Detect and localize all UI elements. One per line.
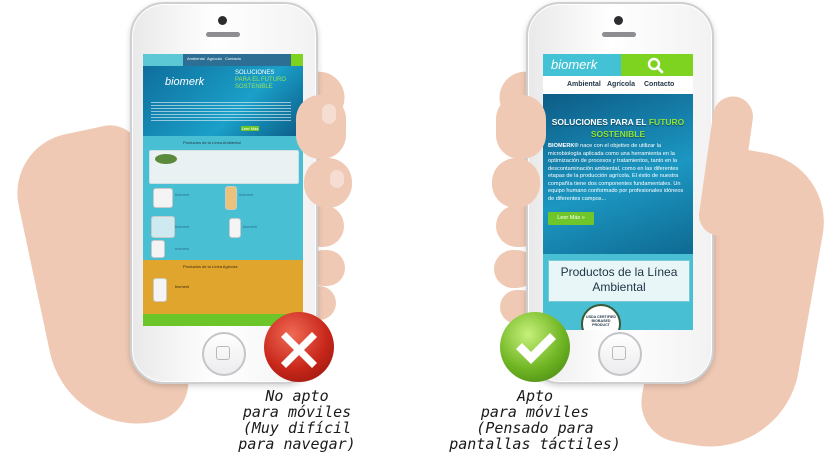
right-phone-screen[interactable]: biomerk Ambiental Agrícola Contacto SOLU… [543, 54, 693, 330]
mobile-header: biomerk [543, 54, 693, 76]
product-image [151, 216, 175, 238]
mobile-navbar: Ambiental Agrícola Contacto [543, 76, 693, 94]
mobile-hero: SOLUCIONES PARA EL FUTURO SOSTENIBLE BIO… [543, 94, 693, 254]
site-logo[interactable]: biomerk [543, 54, 621, 76]
hero-title: SOLUCIONES PARA EL FUTURO SOSTENIBLE [551, 117, 685, 139]
desktop-hero: biomerk SOLUCIONES PARA EL FUTURO SOSTEN… [143, 66, 303, 136]
hero-title-line: PARA EL FUTURO [235, 77, 287, 83]
product-image [155, 154, 177, 164]
left-hand-front-finger [304, 158, 352, 208]
products-agricola-section: Productos de la Línea Agrícola biomerk [143, 260, 303, 314]
checkmark-icon [516, 333, 556, 364]
product-name: biomerk [243, 224, 258, 229]
speaker-grill [206, 32, 240, 37]
search-icon[interactable] [291, 54, 303, 66]
product-image [153, 188, 173, 208]
product-image [151, 240, 165, 258]
section-title: Productos de la Línea Agrícola [183, 264, 238, 269]
left-fingernail [330, 170, 344, 188]
x-icon [281, 332, 317, 368]
desktop-site-logo-box[interactable] [143, 54, 183, 66]
left-caption: No apto para móviles (Muy difícil para n… [238, 387, 356, 453]
right-hand-front-finger [492, 158, 540, 208]
nav-item-ambiental[interactable]: Ambiental [187, 56, 205, 61]
product-name: biomerk [239, 192, 254, 197]
hero-title-line: SOLUCIONES [235, 70, 275, 76]
product-name: biomerk [175, 284, 190, 289]
products-ambiental-section: Productos de la Línea Ambiental biomerk … [143, 136, 303, 260]
nav-item-ambiental[interactable]: Ambiental [567, 81, 601, 88]
right-hand-front-finger [496, 95, 546, 159]
home-button[interactable] [202, 332, 246, 376]
front-camera [614, 16, 623, 25]
search-icon [647, 57, 664, 74]
search-button[interactable] [621, 54, 693, 76]
hero-text-block [151, 102, 291, 122]
right-caption: Apto para móviles (Pensado para pantalla… [449, 387, 621, 453]
nav-item-contacto[interactable]: Contacto [644, 81, 674, 88]
product-name: biomerk [175, 192, 190, 197]
speaker-grill [602, 32, 636, 37]
nav-item-agricola[interactable]: Agrícola [207, 56, 222, 61]
read-more-button[interactable]: Leer Más » [548, 212, 594, 225]
hero-body-text: BIOMERK® nace con el objetivo de utiliza… [548, 143, 684, 202]
left-fingernail [322, 104, 336, 124]
home-button[interactable] [598, 332, 642, 376]
read-more-button[interactable]: Leer Más [241, 126, 259, 131]
front-camera [218, 16, 227, 25]
products-title: Productos de la Línea Ambiental [560, 265, 678, 294]
product-image [225, 186, 237, 210]
usda-badge-text: USDA CERTIFIED BIOBASED PRODUCT [586, 315, 617, 328]
usda-badge: USDA CERTIFIED BIOBASED PRODUCT [581, 304, 621, 330]
left-hand-front-finger [296, 95, 346, 159]
hero-title-line: SOSTENIBLE [235, 84, 273, 90]
mobile-friendly-mark [500, 312, 570, 382]
site-logo: biomerk [165, 76, 205, 88]
product-image [153, 278, 167, 302]
left-phone-screen[interactable]: Ambiental Agrícola Contacto biomerk SOLU… [143, 54, 303, 326]
product-name: biomerk [175, 224, 190, 229]
products-title-box: Productos de la Línea Ambiental [548, 260, 690, 302]
not-mobile-friendly-mark [264, 312, 334, 382]
nav-item-contacto[interactable]: Contacto [225, 56, 241, 61]
product-image [229, 218, 241, 238]
section-title: Productos de la Línea Ambiental [183, 140, 241, 145]
product-name: biomerk [175, 246, 190, 251]
nav-item-agricola[interactable]: Agrícola [607, 81, 635, 88]
